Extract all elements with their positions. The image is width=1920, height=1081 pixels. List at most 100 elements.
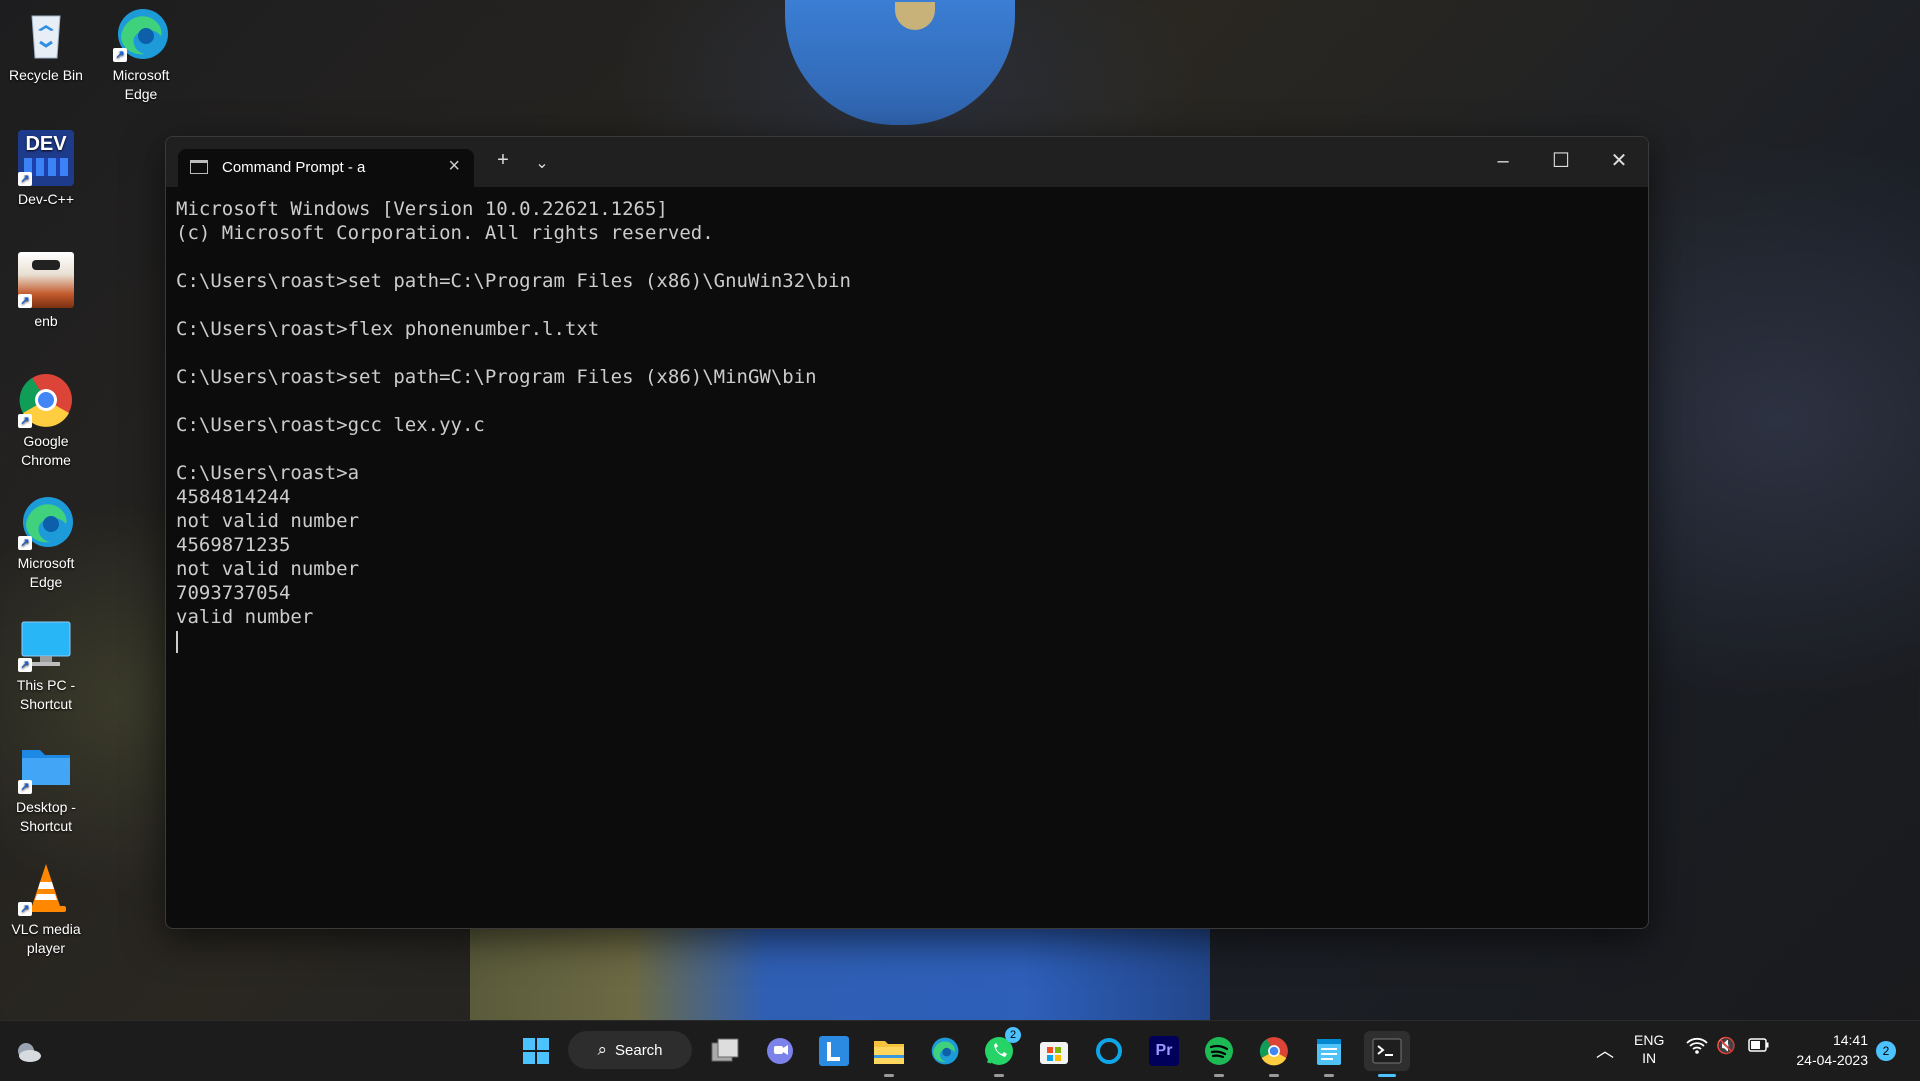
console-line: C:\Users\roast>gcc lex.yy.c (176, 414, 485, 436)
shortcut-arrow-icon: ↗ (18, 536, 32, 550)
console-line: 7093737054 (176, 582, 291, 604)
wallpaper-jersey (470, 926, 1210, 1020)
text-cursor (176, 630, 178, 653)
language-label: ENG (1634, 1032, 1665, 1048)
minimize-button[interactable]: – (1474, 137, 1532, 187)
cortana-icon[interactable] (1089, 1031, 1129, 1071)
clock[interactable]: 14:41 24-04-2023 (1786, 1030, 1868, 1070)
task-view-icon[interactable] (705, 1031, 745, 1071)
desktop-icon-label: Dev-C++ (17, 191, 75, 207)
console-line: not valid number (176, 510, 360, 532)
new-tab-button[interactable]: + (488, 149, 518, 172)
running-indicator (1269, 1074, 1279, 1077)
teams-chat-icon[interactable] (760, 1031, 800, 1071)
desktop-icon-edge-2[interactable]: ↗ Microsoft Edge (0, 494, 92, 592)
monitor-icon: ↗ (18, 616, 74, 672)
edge-taskbar-icon[interactable] (924, 1031, 964, 1071)
file-explorer-icon[interactable] (869, 1031, 909, 1077)
desktop-icon-vlc[interactable]: ↗ VLC media player (0, 860, 92, 958)
desktop-icon-this-pc[interactable]: ↗ This PC - Shortcut (0, 616, 92, 714)
running-indicator (1214, 1074, 1224, 1077)
console-line: Microsoft Windows [Version 10.0.22621.12… (176, 198, 668, 220)
maximize-button[interactable]: ☐ (1532, 137, 1590, 187)
console-line: C:\Users\roast>flex phonenumber.l.txt (176, 318, 600, 340)
desktop-icon-label: Microsoft Edge (112, 67, 170, 102)
console-cursor-line (176, 629, 1638, 653)
console-line: C:\Users\roast>a (176, 462, 360, 484)
desktop-icon-desktop-shortcut[interactable]: ↗ Desktop - Shortcut (0, 738, 92, 836)
running-indicator (994, 1074, 1004, 1077)
notepad-icon[interactable] (1309, 1031, 1349, 1077)
search-icon: ⌕ (597, 1040, 607, 1059)
wifi-icon[interactable] (1686, 1037, 1708, 1058)
desktop-icon-enb[interactable]: ↗ enb (0, 252, 92, 331)
desktop-icon-recycle-bin[interactable]: Recycle Bin (0, 6, 92, 85)
console-line: C:\Users\roast>set path=C:\Program Files… (176, 366, 817, 388)
speaker-muted-icon[interactable]: 🔇 (1716, 1036, 1736, 1056)
search-label: Search (615, 1041, 663, 1059)
console-line: C:\Users\roast>set path=C:\Program Files… (176, 270, 851, 292)
desktop-icon-chrome[interactable]: ↗ Google Chrome (0, 372, 92, 470)
terminal-taskbar-icon[interactable] (1364, 1031, 1410, 1077)
chrome-taskbar-icon[interactable] (1254, 1031, 1294, 1077)
taskbar: ⌕ Search 2 Pr ︿ ENG IN 🔇 14:41 24-04-202… (0, 1020, 1920, 1081)
desktop-icon-label: enb (34, 313, 58, 329)
shortcut-arrow-icon: ↗ (18, 294, 32, 308)
desktop-icon-label: Desktop - Shortcut (16, 799, 76, 834)
shortcut-arrow-icon: ↗ (18, 902, 32, 916)
notification-badge[interactable]: 2 (1876, 1041, 1896, 1061)
desktop-icon-label: This PC - Shortcut (16, 677, 76, 712)
console-line: valid number (176, 606, 314, 628)
spotify-icon[interactable] (1199, 1031, 1239, 1077)
running-indicator (1324, 1074, 1334, 1077)
start-windows-icon[interactable] (516, 1031, 556, 1071)
region-label: IN (1642, 1050, 1657, 1066)
console-line: 4569871235 (176, 534, 291, 556)
clock-date: 24-04-2023 (1796, 1052, 1868, 1068)
desktop-icon-edge[interactable]: ↗ Microsoft Edge (95, 6, 187, 104)
terminal-window[interactable]: Command Prompt - a × + ⌄ – ☐ ✕ Microsoft… (165, 136, 1649, 929)
l-app-icon[interactable] (814, 1031, 854, 1071)
edge-icon: ↗ (113, 6, 169, 62)
console-line: not valid number (176, 558, 360, 580)
devcpp-logo-text: DEV (25, 133, 67, 155)
desktop-icon-label: Microsoft Edge (17, 555, 75, 590)
close-button[interactable]: ✕ (1590, 137, 1648, 187)
shortcut-arrow-icon: ↗ (18, 658, 32, 672)
console-line: (c) Microsoft Corporation. All rights re… (176, 222, 714, 244)
microsoft-store-icon[interactable] (1034, 1031, 1074, 1071)
devcpp-icon: DEV ↗ (18, 130, 74, 186)
chevron-down-icon[interactable]: ⌄ (527, 153, 557, 173)
enb-thumbnail-icon: ↗ (18, 252, 74, 308)
desktop-icon-devcpp[interactable]: DEV ↗ Dev-C++ (0, 130, 92, 209)
desktop-icon-label: Google Chrome (21, 433, 71, 468)
tab-command-prompt[interactable]: Command Prompt - a × (178, 149, 474, 187)
title-bar[interactable]: Command Prompt - a × + ⌄ – ☐ ✕ (166, 137, 1648, 187)
active-indicator (1378, 1074, 1396, 1077)
whatsapp-icon[interactable]: 2 (979, 1027, 1021, 1077)
shortcut-arrow-icon: ↗ (113, 48, 127, 62)
chrome-icon: ↗ (18, 372, 74, 428)
taskbar-search[interactable]: ⌕ Search (568, 1031, 692, 1069)
premiere-label: Pr (1149, 1036, 1179, 1066)
shortcut-arrow-icon: ↗ (18, 414, 32, 428)
console-output[interactable]: Microsoft Windows [Version 10.0.22621.12… (166, 187, 1648, 653)
folder-icon: ↗ (18, 738, 74, 794)
show-hidden-icons-chevron-up-icon[interactable]: ︿ (1596, 1037, 1614, 1063)
recycle-bin-icon (18, 6, 74, 62)
cmd-icon (190, 160, 208, 174)
battery-icon[interactable] (1748, 1037, 1770, 1056)
console-line: 4584814244 (176, 486, 291, 508)
whatsapp-badge: 2 (1005, 1027, 1021, 1043)
weather-icon[interactable] (8, 1031, 48, 1071)
clock-time: 14:41 (1832, 1032, 1868, 1048)
premiere-pro-icon[interactable]: Pr (1144, 1031, 1184, 1071)
language-indicator[interactable]: ENG IN (1634, 1031, 1664, 1067)
desktop-icon-label: VLC media player (11, 921, 81, 956)
tab-close-icon[interactable]: × (448, 155, 460, 178)
